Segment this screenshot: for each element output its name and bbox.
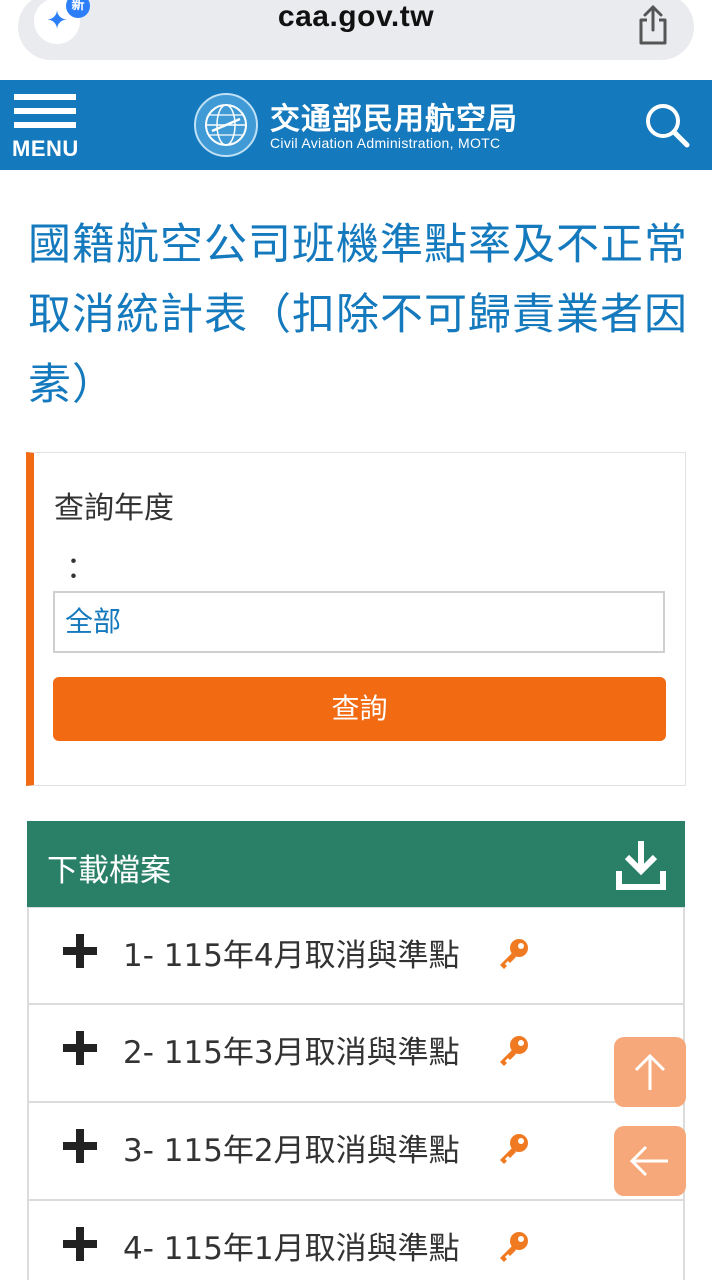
page-title: 國籍航空公司班機準點率及不正常取消統計表（扣除不可歸責業者因素） bbox=[28, 220, 688, 410]
browser-chrome: ✦ 新 caa.gov.tw bbox=[0, 0, 712, 80]
download-icon bbox=[616, 841, 666, 890]
plus-icon[interactable] bbox=[63, 1031, 97, 1065]
menu-button[interactable]: MENU bbox=[12, 92, 82, 162]
key-icon bbox=[500, 1134, 528, 1164]
org-name-zh[interactable]: 交通部民用航空局 bbox=[270, 94, 518, 138]
query-button[interactable]: 查詢 bbox=[53, 677, 666, 741]
file-label[interactable]: 2- 115年3月取消與準點 bbox=[123, 1027, 460, 1072]
plus-icon[interactable] bbox=[63, 934, 97, 968]
key-icon bbox=[500, 1036, 528, 1066]
globe-icon bbox=[205, 104, 247, 146]
menu-label: MENU bbox=[12, 136, 79, 161]
query-year-label: 查詢年度 bbox=[54, 491, 174, 526]
org-name-en[interactable]: Civil Aviation Administration, MOTC bbox=[270, 135, 500, 151]
back-to-top-button[interactable] bbox=[614, 1037, 686, 1107]
download-title: 下載檔案 bbox=[47, 853, 171, 889]
file-item[interactable]: 4- 115年1月取消與準點 bbox=[27, 1201, 685, 1280]
url-text[interactable]: caa.gov.tw bbox=[18, 0, 694, 34]
share-icon[interactable] bbox=[636, 4, 670, 46]
arrow-left-icon bbox=[629, 1145, 668, 1177]
plus-icon[interactable] bbox=[63, 1129, 97, 1163]
address-bar[interactable]: ✦ 新 caa.gov.tw bbox=[18, 0, 694, 60]
file-label[interactable]: 1- 115年4月取消與準點 bbox=[123, 930, 460, 975]
go-back-button[interactable] bbox=[614, 1126, 686, 1196]
download-header: 下載檔案 bbox=[27, 821, 685, 907]
hamburger-icon bbox=[14, 94, 76, 100]
key-icon bbox=[500, 939, 528, 969]
file-item[interactable]: 1- 115年4月取消與準點 bbox=[27, 907, 685, 1005]
site-header: MENU 交通部民用航空局 Civil Aviation Administrat… bbox=[0, 80, 712, 170]
file-label[interactable]: 3- 115年2月取消與準點 bbox=[123, 1125, 460, 1170]
file-item[interactable]: 3- 115年2月取消與準點 bbox=[27, 1103, 685, 1201]
file-label[interactable]: 4- 115年1月取消與準點 bbox=[123, 1223, 460, 1268]
query-colon: ： bbox=[66, 551, 96, 586]
arrow-up-icon bbox=[634, 1053, 666, 1090]
caa-logo[interactable] bbox=[194, 93, 258, 157]
year-select[interactable]: 全部 bbox=[53, 591, 665, 653]
search-icon[interactable] bbox=[640, 98, 694, 152]
file-item[interactable]: 2- 115年3月取消與準點 bbox=[27, 1005, 685, 1103]
file-list: 1- 115年4月取消與準點 2- 115年3月取消與準點 3- 115年2月取… bbox=[27, 907, 685, 1280]
key-icon bbox=[500, 1232, 528, 1262]
plus-icon[interactable] bbox=[63, 1227, 97, 1261]
query-panel: 查詢年度 ： 全部 查詢 bbox=[26, 452, 686, 786]
